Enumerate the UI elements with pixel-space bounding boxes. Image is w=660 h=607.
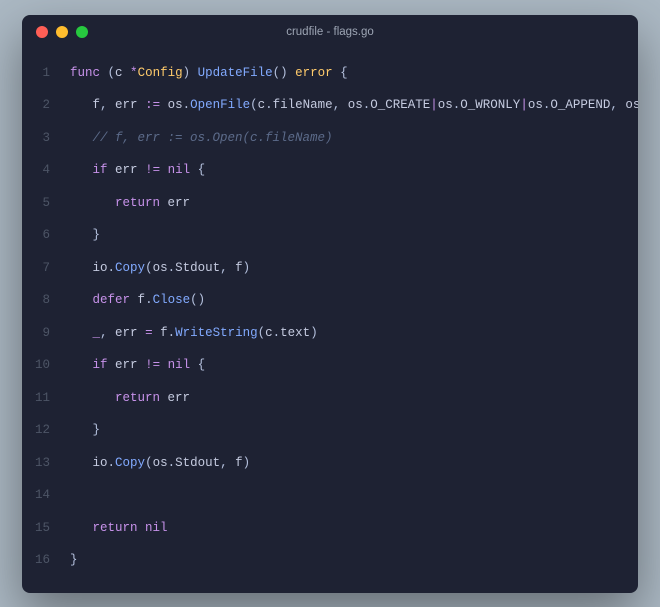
line-number: 8 xyxy=(22,284,70,317)
code-line: 12 } xyxy=(22,414,638,447)
traffic-lights xyxy=(36,26,88,38)
code-line: 16} xyxy=(22,544,638,577)
code-content: // f, err := os.Open(c.fileName) xyxy=(70,122,333,155)
code-content: return nil xyxy=(70,512,168,545)
code-line: 2 f, err := os.OpenFile(c.fileName, os.O… xyxy=(22,89,638,122)
line-number: 4 xyxy=(22,154,70,187)
line-number: 7 xyxy=(22,252,70,285)
code-content: io.Copy(os.Stdout, f) xyxy=(70,252,250,285)
code-line: 3 // f, err := os.Open(c.fileName) xyxy=(22,122,638,155)
code-line: 6 } xyxy=(22,219,638,252)
code-content: if err != nil { xyxy=(70,154,205,187)
line-number: 14 xyxy=(22,479,70,512)
code-content: } xyxy=(70,544,78,577)
editor-window: crudfile - flags.go 1func (c *Config) Up… xyxy=(22,15,638,593)
code-area[interactable]: 1func (c *Config) UpdateFile() error {2 … xyxy=(22,49,638,593)
line-number: 1 xyxy=(22,57,70,90)
line-number: 12 xyxy=(22,414,70,447)
maximize-icon[interactable] xyxy=(76,26,88,38)
code-content: defer f.Close() xyxy=(70,284,205,317)
code-content: if err != nil { xyxy=(70,349,205,382)
code-line: 10 if err != nil { xyxy=(22,349,638,382)
line-number: 6 xyxy=(22,219,70,252)
line-number: 16 xyxy=(22,544,70,577)
code-line: 1func (c *Config) UpdateFile() error { xyxy=(22,57,638,90)
line-number: 2 xyxy=(22,89,70,122)
code-line: 8 defer f.Close() xyxy=(22,284,638,317)
line-number: 3 xyxy=(22,122,70,155)
code-content: } xyxy=(70,414,100,447)
code-content: return err xyxy=(70,187,190,220)
line-number: 5 xyxy=(22,187,70,220)
code-content: io.Copy(os.Stdout, f) xyxy=(70,447,250,480)
minimize-icon[interactable] xyxy=(56,26,68,38)
line-number: 10 xyxy=(22,349,70,382)
line-number: 13 xyxy=(22,447,70,480)
code-line: 5 return err xyxy=(22,187,638,220)
code-line: 7 io.Copy(os.Stdout, f) xyxy=(22,252,638,285)
code-line: 4 if err != nil { xyxy=(22,154,638,187)
code-content: return err xyxy=(70,382,190,415)
window-title: crudfile - flags.go xyxy=(22,26,638,38)
code-line: 9 _, err = f.WriteString(c.text) xyxy=(22,317,638,350)
code-line: 13 io.Copy(os.Stdout, f) xyxy=(22,447,638,480)
code-content: _, err = f.WriteString(c.text) xyxy=(70,317,318,350)
line-number: 9 xyxy=(22,317,70,350)
code-content: func (c *Config) UpdateFile() error { xyxy=(70,57,348,90)
code-content: } xyxy=(70,219,100,252)
line-number: 15 xyxy=(22,512,70,545)
code-line: 15 return nil xyxy=(22,512,638,545)
titlebar: crudfile - flags.go xyxy=(22,15,638,49)
close-icon[interactable] xyxy=(36,26,48,38)
code-line: 14 xyxy=(22,479,638,512)
line-number: 11 xyxy=(22,382,70,415)
code-content: f, err := os.OpenFile(c.fileName, os.O_C… xyxy=(70,89,638,122)
code-line: 11 return err xyxy=(22,382,638,415)
